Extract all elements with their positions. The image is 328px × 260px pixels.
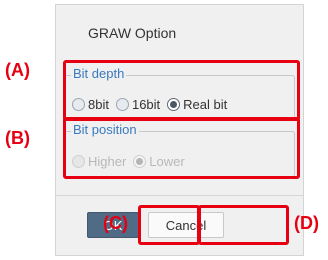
annotation-label-a: (A) [5,60,30,80]
footer-divider [56,195,303,196]
highlight-box-c [138,205,200,245]
annotation-label-b: (B) [5,128,30,148]
dialog-title: GRAW Option [88,25,177,41]
highlight-box-d [198,205,289,245]
highlight-box-b [63,117,300,179]
highlight-box-a [63,60,300,121]
annotation-label-c: (C) [103,213,128,233]
annotation-label-d: (D) [294,213,319,233]
